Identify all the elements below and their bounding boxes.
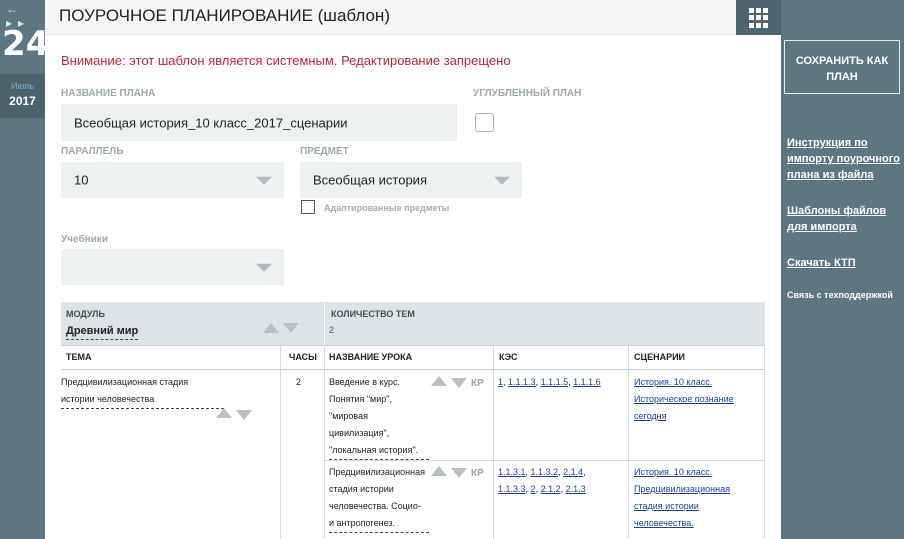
kes-list: 1, 1.1.1.3, 1.1.1.5, 1.1.1.6 — [498, 377, 601, 387]
scenario-line[interactable]: человечества. — [634, 515, 730, 532]
lesson-line: и антропогенез. — [329, 515, 429, 533]
support-link[interactable]: Связь с техподдержкой — [787, 290, 893, 300]
adapted-subjects-label: Адаптированные предметы — [324, 203, 450, 213]
deep-plan-label: УГЛУБЛЕННЫЙ ПЛАН — [473, 88, 582, 99]
lesson-line: стадия истории — [329, 484, 394, 494]
kes-link[interactable]: 2.1.4 — [563, 467, 583, 477]
col-lesson-name: НАЗВАНИЕ УРОКА — [329, 352, 413, 362]
col-hours: ЧАСЫ — [289, 352, 317, 362]
kes-link[interactable]: 1 — [498, 377, 503, 387]
kes-link[interactable]: 1.1.1.6 — [573, 377, 601, 387]
plan-name-value: Всеобщая история_10 класс_2017_сценарии — [74, 115, 348, 130]
date-month: Июль — [11, 81, 34, 91]
download-ktp-link[interactable]: Скачать КТП — [787, 255, 904, 271]
date-year: 2017 — [9, 94, 36, 108]
scenario-line[interactable]: стадия истории — [634, 498, 730, 515]
lesson-kp[interactable]: КР — [471, 378, 484, 389]
lesson-line: Введение в курс. — [329, 377, 400, 387]
move-down-icon[interactable] — [451, 378, 467, 388]
move-up-icon[interactable] — [263, 323, 279, 333]
right-sidebar: СОХРАНИТЬ КАК ПЛАН Инструкция по импорту… — [781, 0, 904, 539]
lesson-name[interactable]: Введение в курс. Понятия "мир", "мировая… — [329, 374, 429, 460]
kes-link[interactable]: 1.1.3.3 — [498, 484, 526, 494]
col-topic: ТЕМА — [66, 352, 92, 362]
import-instruction-link[interactable]: Инструкция по импорту поурочного плана и… — [787, 135, 904, 183]
module-value[interactable]: Древний мир — [66, 325, 139, 340]
kes-link[interactable]: 1.1.1.5 — [541, 377, 569, 387]
col-scenarios: СЦЕНАРИИ — [634, 352, 686, 362]
topic-count-value: 2 — [329, 325, 335, 335]
adapted-subjects-checkbox[interactable] — [301, 200, 315, 214]
lesson-line: Предцивилизационная — [329, 467, 425, 477]
save-as-plan-button[interactable]: СОХРАНИТЬ КАК ПЛАН — [784, 40, 900, 94]
scenario-line[interactable]: сегодня — [634, 408, 734, 425]
scenario-line[interactable]: История. 10 класс. — [634, 374, 734, 391]
scenario-link[interactable]: История. 10 класс. Историческое познание… — [634, 374, 734, 425]
subject-select[interactable]: Всеобщая история — [300, 162, 522, 198]
move-down-icon[interactable] — [283, 323, 299, 333]
move-up-icon[interactable] — [216, 408, 232, 418]
kes-list: 1.1.3.1, 1.1.3.2, 2.1.4, 1.1.3.3, 2, 2.1… — [498, 467, 586, 494]
import-templates-link[interactable]: Шаблоны файлов для импорта — [787, 203, 904, 235]
grid-icon — [749, 8, 769, 28]
date-sidebar: ← ▸▸ 24 Июль 2017 — [0, 0, 50, 539]
lesson-name[interactable]: Предцивилизационная стадия истории челов… — [329, 464, 439, 533]
plan-name-label: НАЗВАНИЕ ПЛАНА — [61, 88, 156, 99]
textbooks-label: Учебники — [61, 234, 108, 245]
date-day: 24 — [2, 24, 50, 64]
title-bar: ПОУРОЧНОЕ ПЛАНИРОВАНИЕ (шаблон) — [45, 0, 781, 35]
move-up-icon[interactable] — [431, 466, 447, 476]
move-up-icon[interactable] — [431, 376, 447, 386]
topic-line: истории человечества — [61, 391, 224, 409]
lesson-line: Понятия "мир", — [329, 394, 392, 404]
kes-link[interactable]: 2.1.2 — [541, 484, 561, 494]
plan-name-field[interactable]: Всеобщая история_10 класс_2017_сценарии — [61, 104, 457, 141]
lesson-line: "локальная история". — [329, 442, 429, 460]
deep-plan-checkbox[interactable] — [475, 113, 494, 132]
module-header: МОДУЛЬ Древний мир КОЛИЧЕСТВО ТЕМ 2 — [61, 302, 765, 345]
scenario-line[interactable]: Историческое познание — [634, 391, 734, 408]
lesson-line: "мировая — [329, 411, 368, 421]
module-label: МОДУЛЬ — [66, 309, 105, 319]
kes-link[interactable]: 1.1.1.3 — [508, 377, 536, 387]
scenario-link[interactable]: История. 10 класс. Предцивилизационная с… — [634, 464, 730, 532]
scenario-line[interactable]: Предцивилизационная — [634, 481, 730, 498]
subject-label: ПРЕДМЕТ — [300, 146, 349, 157]
parallel-select[interactable]: 10 — [61, 162, 284, 198]
textbooks-select[interactable] — [61, 249, 284, 285]
col-kes: КЭС — [499, 352, 518, 362]
page-title: ПОУРОЧНОЕ ПЛАНИРОВАНИЕ (шаблон) — [59, 6, 390, 25]
topic-hours: 2 — [296, 377, 302, 387]
date-month-year: Июль 2017 — [0, 74, 45, 118]
chevron-down-icon — [256, 263, 272, 272]
topic-line: Предцивилизационная стадия — [61, 377, 189, 387]
parallel-value: 10 — [74, 172, 89, 188]
kes-link[interactable]: 1.1.3.1 — [498, 467, 526, 477]
chevron-down-icon — [494, 176, 510, 185]
parallel-label: ПАРАЛЛЕЛЬ — [61, 146, 124, 157]
kes-link[interactable]: 2 — [531, 484, 536, 494]
system-template-warning: Внимание: этот шаблон является системным… — [61, 53, 511, 68]
topic-count-label: КОЛИЧЕСТВО ТЕМ — [331, 309, 415, 319]
kes-link[interactable]: 2.1.3 — [566, 484, 586, 494]
move-down-icon[interactable] — [451, 468, 467, 478]
table-row-topic[interactable]: Предцивилизационная стадия истории челов… — [61, 374, 261, 409]
lesson-line: цивилизация", — [329, 428, 390, 438]
main-panel: ПОУРОЧНОЕ ПЛАНИРОВАНИЕ (шаблон) Внимание… — [45, 0, 781, 539]
chevron-down-icon — [256, 176, 272, 185]
scenario-line[interactable]: История. 10 класс. — [634, 464, 730, 481]
apps-menu-button[interactable] — [736, 0, 781, 35]
lesson-kp[interactable]: КР — [471, 468, 484, 479]
table-column-headers: ТЕМА ЧАСЫ НАЗВАНИЕ УРОКА КЭС СЦЕНАРИИ — [61, 345, 765, 370]
move-down-icon[interactable] — [236, 410, 252, 420]
subject-value: Всеобщая история — [313, 172, 427, 188]
lesson-line: человечества. Социо- — [329, 501, 421, 511]
kes-link[interactable]: 1.1.3.2 — [531, 467, 559, 477]
